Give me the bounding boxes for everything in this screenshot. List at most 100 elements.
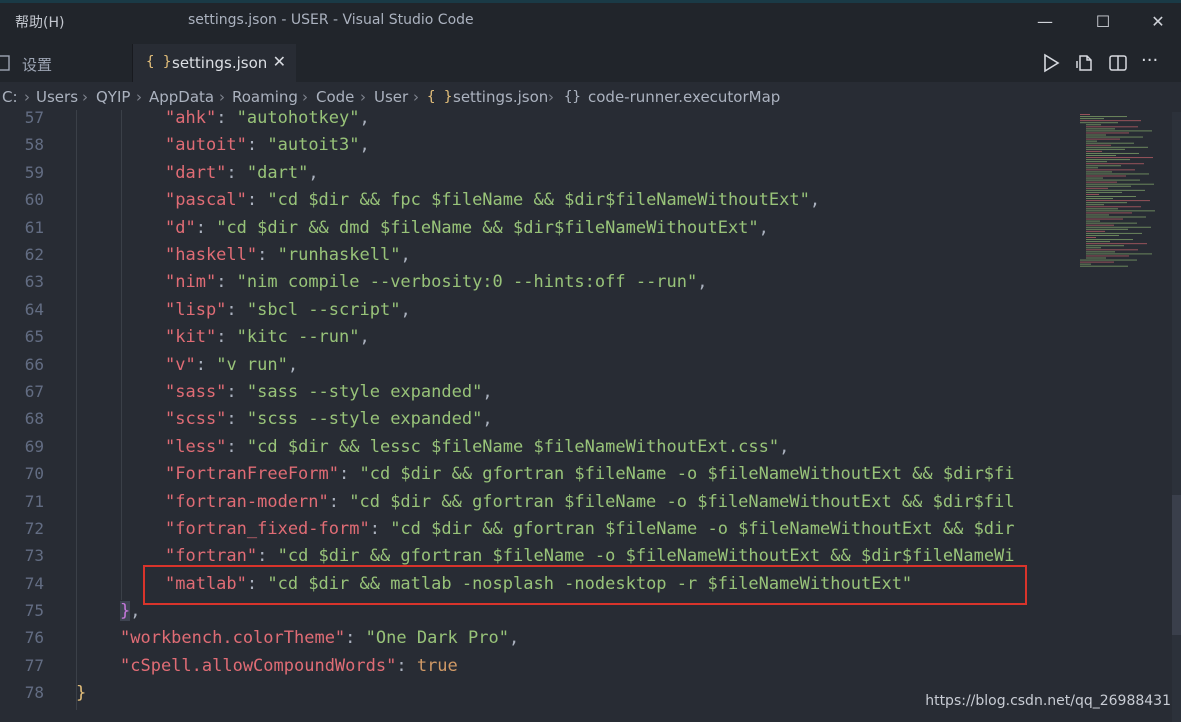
minimap-line (1086, 222, 1137, 224)
line-content: "FortranFreeForm": "cd $dir && gfortran … (165, 464, 1070, 484)
punctuation: , (508, 628, 520, 648)
code-line: 59 "dart": "dart", (0, 159, 1181, 186)
open-settings-icon[interactable] (1075, 53, 1095, 73)
punctuation: , (400, 245, 411, 265)
minimap-line (1086, 169, 1135, 171)
minimap-line (1086, 167, 1098, 169)
breadcrumb-item-file[interactable]: settings.json (453, 88, 548, 106)
json-string-value: "cd $dir && lessc $fileName $fileNameWit… (246, 436, 780, 457)
tab-settings-ui[interactable]: 设置 (0, 44, 133, 82)
colon: : (369, 519, 391, 539)
breadcrumb-item-symbol[interactable]: code-runner.executorMap (588, 88, 780, 106)
minimap-line (1086, 124, 1101, 126)
run-icon[interactable] (1041, 53, 1061, 73)
maximize-button[interactable]: ☐ (1080, 6, 1126, 38)
minimap-line (1086, 138, 1120, 140)
breadcrumb-separator: › (360, 88, 366, 106)
minimap-line (1086, 163, 1144, 165)
minimap-line (1086, 212, 1132, 214)
watermark: https://blog.csdn.net/qq_26988431 (925, 693, 1171, 709)
colon: : (226, 382, 247, 402)
minimap-line (1086, 241, 1110, 243)
minimap-line (1086, 239, 1133, 241)
json-string-value: "kitc --run" (236, 327, 360, 348)
colon: : (195, 217, 217, 238)
punctuation: , (287, 354, 299, 375)
colon: : (257, 546, 278, 567)
breadcrumb-separator: › (219, 88, 225, 106)
json-string-value: "cd $dir && gfortran $fileName -o $fileN… (277, 546, 1015, 567)
line-number: 69 (24, 436, 44, 456)
colon: : (216, 110, 237, 128)
line-number: 67 (24, 382, 44, 401)
line-number: 70 (24, 464, 44, 484)
minimap-line (1086, 189, 1145, 191)
menu-help[interactable]: 帮助(H) (15, 12, 64, 32)
breadcrumb-item-user[interactable]: User (374, 88, 408, 106)
breadcrumb-item-roaming[interactable]: Roaming (232, 88, 298, 106)
breadcrumb-separator: › (82, 88, 88, 106)
json-key: "cSpell.allowCompoundWords" (120, 656, 397, 676)
colon: : (328, 491, 350, 512)
breadcrumb-item-appdata[interactable]: AppData (149, 88, 214, 106)
minimap-line (1086, 257, 1106, 259)
minimap-line (1086, 216, 1146, 218)
minimap-line (1086, 134, 1106, 136)
minimap-line (1086, 136, 1143, 138)
json-braces-icon: { } (146, 54, 172, 70)
json-string-value: "cd $dir && gfortran $fileName -o $fileN… (349, 491, 1015, 512)
line-number: 58 (24, 135, 44, 155)
minimap-line (1086, 204, 1104, 206)
minimap-line (1086, 251, 1115, 253)
tab-settings-json[interactable]: { } settings.json ✕ (133, 44, 296, 82)
breadcrumb-item-drive[interactable]: C: (2, 88, 18, 106)
code-line: 64 "lisp": "sbcl --script", (0, 296, 1181, 323)
breadcrumb-item-users[interactable]: Users (36, 88, 78, 106)
json-string-value: "scss --style expanded" (246, 409, 483, 430)
minimap[interactable] (1078, 112, 1176, 272)
minimap-line (1080, 263, 1091, 265)
more-actions-icon[interactable]: ··· (1141, 50, 1161, 71)
json-key: "kit" (165, 327, 217, 348)
minimize-button[interactable]: — (1022, 6, 1068, 38)
close-window-button[interactable]: ✕ (1135, 6, 1181, 38)
minimap-line (1086, 140, 1097, 142)
minimap-line (1080, 114, 1090, 115)
minimap-line (1086, 228, 1128, 230)
breadcrumb: C: › Users › QYIP › AppData › Roaming › … (0, 82, 1181, 112)
code-line: 63 "nim": "nim compile --verbosity:0 --hi… (0, 268, 1181, 295)
minimap-line (1080, 122, 1118, 124)
minimap-line (1086, 161, 1107, 163)
vertical-scrollbar-thumb[interactable] (1172, 495, 1181, 635)
breadcrumb-item-code[interactable]: Code (316, 88, 354, 106)
minimap-line (1086, 132, 1129, 134)
minimap-line (1086, 210, 1155, 212)
colon: : (246, 190, 268, 211)
line-number: 57 (24, 110, 44, 127)
code-line: 66 "v": "v run", (0, 351, 1181, 378)
json-string-value: "cd $dir && dmd $fileName && $dir$fileNa… (216, 217, 759, 238)
colon: : (345, 628, 366, 648)
line-number: 76 (24, 628, 44, 647)
code-editor[interactable]: 57 "ahk": "autohotkey", 58 "autoit": "autoi… (0, 110, 1181, 722)
json-key: "haskell" (165, 245, 258, 265)
minimap-line (1086, 126, 1138, 128)
breadcrumb-separator: › (24, 88, 30, 106)
line-content: "workbench.colorTheme": "One Dark Pro", (120, 628, 1120, 648)
minimap-line (1086, 234, 1119, 236)
json-key: "autoit" (165, 135, 247, 156)
breadcrumb-item-qyip[interactable]: QYIP (96, 88, 130, 106)
minimap-line (1086, 171, 1112, 173)
json-string-value: "autoit3" (267, 135, 360, 156)
minimap-line (1086, 183, 1154, 185)
json-key: "ahk" (165, 110, 217, 128)
colon: : (339, 464, 360, 485)
code-line: 61 "d": "cd $dir && dmd $fileName && $dir… (0, 214, 1181, 241)
minimap-line (1086, 144, 1111, 146)
split-editor-icon[interactable] (1108, 53, 1128, 73)
minimap-line (1086, 150, 1102, 152)
close-tab-icon[interactable]: ✕ (273, 52, 286, 71)
minimap-line (1086, 224, 1114, 226)
punctuation: , (359, 327, 370, 348)
minimap-line (1086, 173, 1149, 175)
